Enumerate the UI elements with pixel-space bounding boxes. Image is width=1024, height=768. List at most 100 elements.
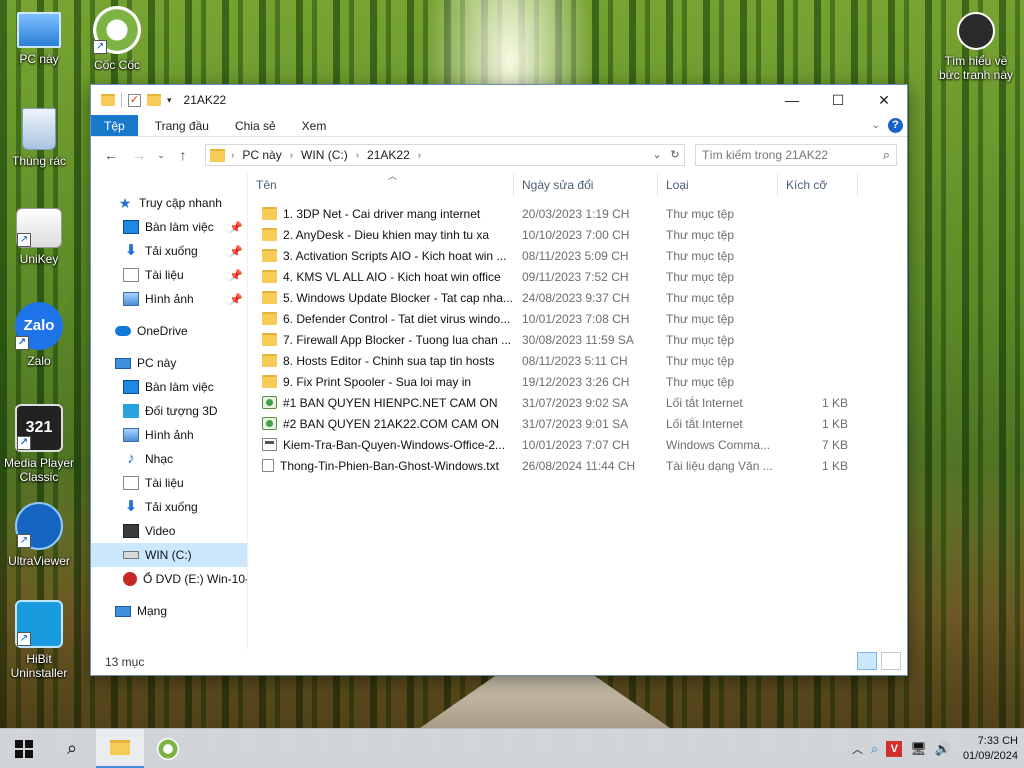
clock[interactable]: 7:33 CH 01/09/2024 xyxy=(963,734,1018,764)
file-row[interactable]: #1 BAN QUYEN HIENPC.NET CAM ON 31/07/2023… xyxy=(248,392,907,413)
search-tray-icon[interactable]: ⌕ xyxy=(871,741,878,757)
show-hidden-icons-icon[interactable]: ︿ xyxy=(852,741,863,757)
text-file-icon xyxy=(262,459,274,472)
nav-quick-documents[interactable]: Tài liệu 📌 xyxy=(91,263,247,287)
nav-pc-desktop[interactable]: Bàn làm việc xyxy=(91,375,247,399)
new-folder-icon[interactable] xyxy=(147,94,161,106)
file-row[interactable]: #2 BAN QUYEN 21AK22.COM CAM ON 31/07/2023… xyxy=(248,413,907,434)
recent-locations-icon[interactable]: ⌄ xyxy=(155,150,167,161)
nav-label: Bàn làm việc xyxy=(145,380,214,394)
desktop-icon-zalo[interactable]: Zalo ↗ Zalo xyxy=(0,302,78,368)
chevron-right-icon[interactable]: › xyxy=(231,150,234,161)
file-type: Tài liệu dạng Văn ... xyxy=(666,458,773,473)
file-list: 1. 3DP Net - Cai driver mang internet 20/… xyxy=(248,203,907,476)
properties-icon[interactable]: ✓ xyxy=(128,93,141,107)
file-explorer-window: ✓ ▾ 21AK22 — ☐ ✕ Tệp Trang đầu Chia sẻ X… xyxy=(90,84,908,676)
up-button[interactable]: ↑ xyxy=(171,147,195,163)
details-view-button[interactable] xyxy=(857,652,877,670)
desktop-icon-this-pc[interactable]: PC này xyxy=(0,10,78,66)
nav-quick-access[interactable]: ★ Truy cập nhanh xyxy=(91,191,247,215)
unikey-icon: ↗ xyxy=(16,208,62,248)
nav-pc-videos[interactable]: Video xyxy=(91,519,247,543)
unikey-tray-icon[interactable]: V xyxy=(886,741,903,757)
nav-pc-music[interactable]: ♪ Nhạc xyxy=(91,447,247,471)
file-type: Thư mục tệp xyxy=(666,206,735,221)
desktop-icon-recycle-bin[interactable]: Thùng rác xyxy=(0,108,78,168)
nav-pc-downloads[interactable]: ⬇ Tải xuống xyxy=(91,495,247,519)
file-row[interactable]: 8. Hosts Editor - Chinh sua tap tin host… xyxy=(248,350,907,371)
chevron-right-icon[interactable]: › xyxy=(290,150,293,161)
file-date: 10/01/2023 7:07 CH xyxy=(522,437,630,452)
column-header-date-modified[interactable]: Ngày sửa đổi xyxy=(514,173,658,197)
desktop-icon-learn-about-picture[interactable]: Tìm hiểu về bức tranh này xyxy=(936,12,1016,82)
shortcut-arrow-icon: ↗ xyxy=(17,233,31,247)
chevron-right-icon[interactable]: › xyxy=(356,150,359,161)
desktop-icon-hibit-uninstaller[interactable]: ↗ HiBit Uninstaller xyxy=(0,600,78,680)
file-row[interactable]: 9. Fix Print Spooler - Sua loi may in 19/… xyxy=(248,371,907,392)
desktop-icon-media-player-classic[interactable]: 321 ↗ Media Player Classic xyxy=(0,404,78,484)
forward-button[interactable]: → xyxy=(127,147,151,163)
taskbar-file-explorer[interactable] xyxy=(96,728,144,768)
start-button[interactable] xyxy=(0,729,48,768)
nav-label: Nhạc xyxy=(145,452,174,466)
nav-pc-3d-objects[interactable]: Đối tượng 3D xyxy=(91,399,247,423)
file-row[interactable]: 1. 3DP Net - Cai driver mang internet 20/… xyxy=(248,203,907,224)
hibit-icon: ↗ xyxy=(15,600,63,648)
file-row[interactable]: 3. Activation Scripts AIO - Kich hoat wi… xyxy=(248,245,907,266)
nav-pc-pictures[interactable]: Hình ảnh xyxy=(91,423,247,447)
file-row[interactable]: 7. Firewall App Blocker - Tuong lua chan… xyxy=(248,329,907,350)
tab-home[interactable]: Trang đầu xyxy=(142,115,222,136)
address-bar[interactable]: › PC này › WIN (C:) › 21AK22 › ⌄ ↻ xyxy=(205,144,685,166)
shortcut-arrow-icon: ↗ xyxy=(93,40,107,54)
nav-pc-documents[interactable]: Tài liệu xyxy=(91,471,247,495)
file-name: 6. Defender Control - Tat diet virus win… xyxy=(283,311,511,326)
tab-share[interactable]: Chia sẻ xyxy=(222,115,289,136)
nav-quick-downloads[interactable]: ⬇ Tải xuống 📌 xyxy=(91,239,247,263)
nav-quick-pictures[interactable]: Hình ảnh 📌 xyxy=(91,287,247,311)
column-header-name[interactable]: Tên xyxy=(248,173,514,197)
nav-this-pc[interactable]: PC này xyxy=(91,351,247,375)
search-button[interactable]: ⌕ xyxy=(48,729,96,768)
nav-network[interactable]: Mạng xyxy=(91,599,247,623)
back-button[interactable]: ← xyxy=(99,147,123,163)
media-player-icon: 321 ↗ xyxy=(15,404,63,452)
nav-pc-drive-c[interactable]: WIN (C:) xyxy=(91,543,247,567)
breadcrumb-drive[interactable]: WIN (C:) xyxy=(301,148,348,162)
taskbar-coccoc[interactable] xyxy=(144,729,192,768)
file-row[interactable]: Kiem-Tra-Ban-Quyen-Windows-Office-2... 10… xyxy=(248,434,907,455)
column-header-size[interactable]: Kích cỡ xyxy=(778,173,858,197)
file-type: Thư mục tệp xyxy=(666,227,735,242)
file-row[interactable]: Thong-Tin-Phien-Ban-Ghost-Windows.txt 26/… xyxy=(248,455,907,476)
file-row[interactable]: 2. AnyDesk - Dieu khien may tinh tu xa 10… xyxy=(248,224,907,245)
maximize-button[interactable]: ☐ xyxy=(815,85,861,115)
close-button[interactable]: ✕ xyxy=(861,85,907,115)
breadcrumb-folder[interactable]: 21AK22 xyxy=(367,148,410,162)
nav-label: WIN (C:) xyxy=(145,548,192,562)
column-header-type[interactable]: Loại xyxy=(658,173,778,197)
file-name-cell: 5. Windows Update Blocker - Tat cap nha.… xyxy=(248,291,514,305)
customize-dropdown-icon[interactable]: ▾ xyxy=(167,95,172,106)
nav-onedrive[interactable]: OneDrive xyxy=(91,319,247,343)
network-tray-icon[interactable]: 🖥 xyxy=(910,741,927,757)
nav-pc-dvd-drive[interactable]: Ổ DVD (E:) Win-10-I xyxy=(91,567,247,591)
file-row[interactable]: 5. Windows Update Blocker - Tat cap nha.… xyxy=(248,287,907,308)
desktop-icon-unikey[interactable]: ↗ UniKey xyxy=(0,208,78,266)
address-dropdown-icon[interactable]: ⌄ xyxy=(648,145,666,165)
help-icon[interactable]: ? xyxy=(888,118,903,133)
expand-ribbon-icon[interactable]: ⌄ xyxy=(872,120,880,131)
tab-view[interactable]: Xem xyxy=(289,115,340,136)
desktop-icon-coccoc[interactable]: ↗ Cốc Cốc xyxy=(78,6,156,72)
desktop-icon-ultraviewer[interactable]: ↗ UltraViewer xyxy=(0,502,78,568)
nav-quick-desktop[interactable]: Bàn làm việc 📌 xyxy=(91,215,247,239)
refresh-icon[interactable]: ↻ xyxy=(666,145,684,165)
file-name: #2 BAN QUYEN 21AK22.COM CAM ON xyxy=(283,416,500,431)
tab-file[interactable]: Tệp xyxy=(91,115,138,136)
file-row[interactable]: 4. KMS VL ALL AIO - Kich hoat win office… xyxy=(248,266,907,287)
file-row[interactable]: 6. Defender Control - Tat diet virus win… xyxy=(248,308,907,329)
volume-tray-icon[interactable]: 🔊 xyxy=(935,741,951,757)
large-icons-view-button[interactable] xyxy=(881,652,901,670)
search-input[interactable]: Tìm kiếm trong 21AK22 ⌕ xyxy=(695,144,897,166)
breadcrumb-this-pc[interactable]: PC này xyxy=(242,148,281,162)
minimize-button[interactable]: — xyxy=(769,85,815,115)
chevron-right-icon[interactable]: › xyxy=(418,150,421,161)
